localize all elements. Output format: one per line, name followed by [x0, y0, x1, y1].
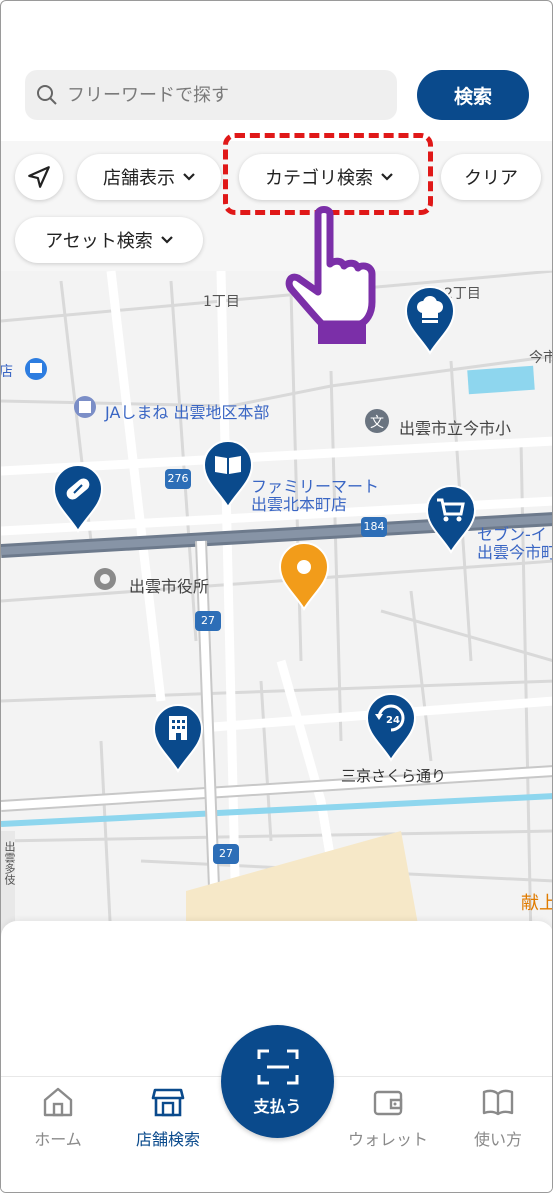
- open-book-icon: [482, 1089, 514, 1116]
- search-button[interactable]: 検索: [417, 70, 529, 120]
- home-icon: [43, 1087, 73, 1117]
- building-pin-icon[interactable]: [152, 703, 204, 773]
- route-shield-184: 184: [361, 517, 387, 537]
- clear-chip[interactable]: クリア: [441, 154, 541, 200]
- store-display-label: 店舗表示: [103, 168, 175, 189]
- search-icon: [37, 85, 57, 105]
- svg-text:文: 文: [370, 415, 384, 431]
- app-frame: 文 1丁目 2丁目 店 今市 JAしまね 出雲地区本部 出雲市立今市小 ファミリ…: [0, 0, 553, 1193]
- map-label-seven-2: 出雲今市町: [477, 543, 553, 562]
- tab-wallet-label: ウォレット: [347, 1130, 428, 1149]
- pay-button[interactable]: 支払う: [221, 1025, 334, 1138]
- chevron-down-icon: [183, 173, 195, 181]
- chef-hat-pin-icon[interactable]: [404, 285, 456, 355]
- svg-text:24: 24: [386, 715, 400, 726]
- wallet-icon: [373, 1090, 403, 1116]
- navigation-arrow-icon: [28, 166, 50, 188]
- asset-search-label: アセット検索: [45, 231, 153, 252]
- tab-guide-label: 使い方: [473, 1130, 522, 1149]
- map-label-chome: 1丁目: [203, 294, 240, 310]
- map-label-familymart-2: 出雲北本町店: [251, 495, 348, 514]
- route-shield-27-b: 27: [213, 844, 239, 864]
- chevron-down-icon: [161, 236, 173, 244]
- cart-pin-icon[interactable]: [425, 484, 477, 554]
- book-pin-icon[interactable]: [202, 439, 254, 509]
- route-shield-276: 276: [165, 469, 191, 489]
- asset-search-chip[interactable]: アセット検索: [15, 217, 203, 263]
- map-label-ja: JAしまね 出雲地区本部: [105, 403, 270, 422]
- map-label-left-vertical: 出雲多伎: [3, 841, 16, 885]
- search-input[interactable]: [65, 83, 369, 107]
- current-location-button[interactable]: [15, 154, 63, 200]
- category-search-chip[interactable]: カテゴリ検索: [239, 154, 419, 200]
- store-display-chip[interactable]: 店舗表示: [77, 154, 221, 200]
- pay-button-label: 支払う: [253, 1096, 302, 1116]
- tab-guide[interactable]: 使い方: [443, 1086, 552, 1150]
- map-label-ima: 今市: [529, 350, 552, 366]
- map-label-bottom-right: 献上: [521, 893, 552, 914]
- tab-store-search[interactable]: 店舗検索: [113, 1086, 223, 1150]
- category-search-label: カテゴリ検索: [265, 168, 373, 189]
- tab-home-label: ホーム: [34, 1130, 82, 1149]
- map-label-city-hall: 出雲市役所: [129, 577, 210, 596]
- scan-icon: [257, 1049, 298, 1084]
- map-label-street: 三京さくら通り: [341, 767, 447, 785]
- store-icon: [151, 1088, 185, 1117]
- tab-wallet[interactable]: ウォレット: [333, 1086, 443, 1150]
- tab-home[interactable]: ホーム: [3, 1086, 113, 1150]
- map-label-store-edge: 店: [1, 361, 13, 381]
- search-box: [25, 70, 397, 120]
- pointing-hand-icon: [285, 206, 376, 344]
- clear-label: クリア: [464, 168, 518, 189]
- chevron-down-icon: [381, 173, 393, 181]
- route-shield-27-a: 27: [195, 611, 221, 631]
- pill-pin-icon[interactable]: [52, 463, 104, 533]
- 24-hours-pin-icon[interactable]: 24: [365, 692, 417, 762]
- tab-store-search-label: 店舗検索: [135, 1130, 200, 1149]
- map-label-school: 出雲市立今市小: [399, 419, 512, 438]
- selected-location-pin-icon[interactable]: [278, 541, 330, 611]
